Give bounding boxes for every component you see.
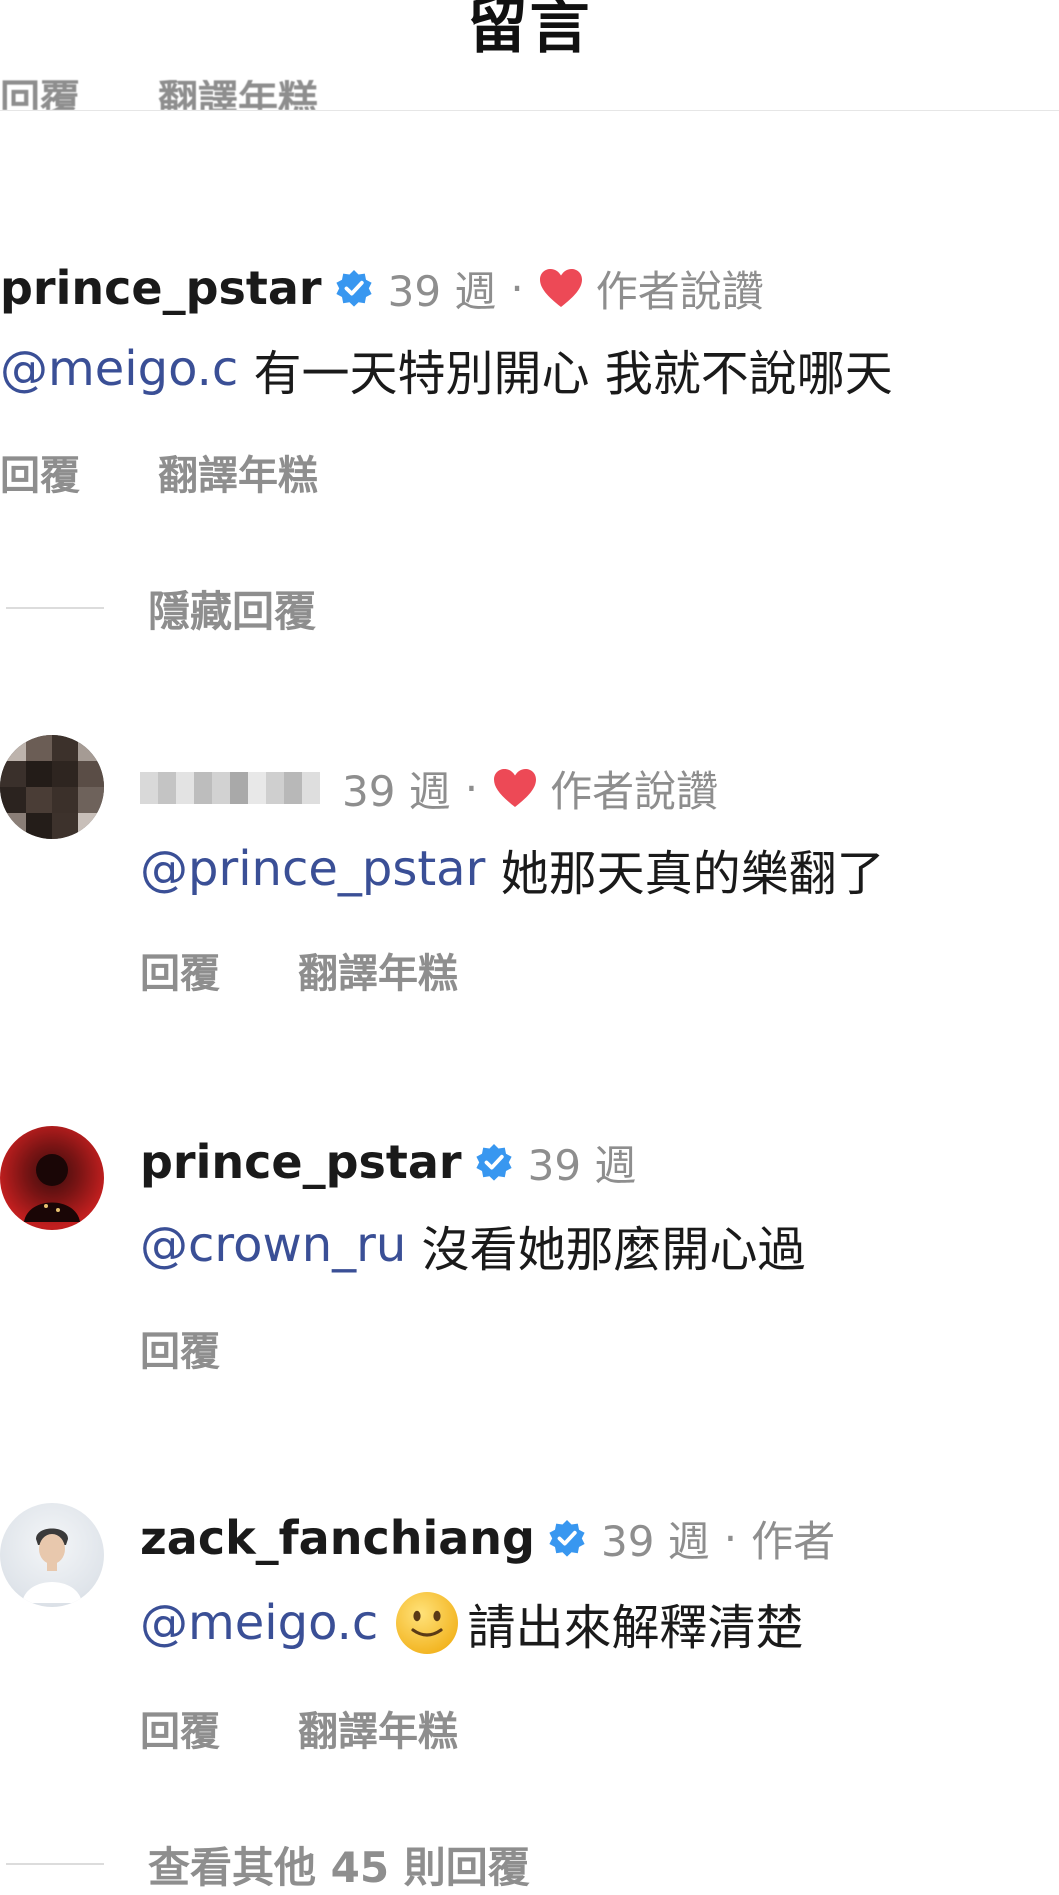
previous-comment-actions: 回覆 翻譯年糕 bbox=[0, 80, 396, 110]
author-label: 作者 bbox=[751, 1516, 836, 1566]
comment-text: 她那天真的樂翻了 bbox=[500, 846, 885, 902]
comments-header: 留言 回覆 翻譯年糕 bbox=[0, 0, 1059, 111]
avatar[interactable] bbox=[0, 1126, 104, 1230]
page-title: 留言 bbox=[467, 0, 592, 62]
comment-text: 有一天特別開心 我就不說哪天 bbox=[253, 346, 893, 402]
mention-link[interactable]: @prince_pstar bbox=[140, 841, 485, 897]
hide-replies-toggle[interactable]: 隱藏回覆 bbox=[6, 580, 316, 636]
verified-badge-icon bbox=[476, 1144, 512, 1181]
reply-button[interactable]: 回覆 bbox=[140, 1319, 220, 1377]
comment-body: @crown_ru 沒看她那麼開心過 bbox=[140, 1210, 806, 1280]
comment-actions: 回覆 翻譯年糕 bbox=[140, 1700, 536, 1756]
reply-button[interactable]: 回覆 bbox=[140, 941, 220, 999]
view-more-replies-toggle[interactable]: 查看其他 45 則回覆 bbox=[6, 1836, 530, 1892]
hide-replies-label: 隱藏回覆 bbox=[148, 586, 317, 636]
thread-line bbox=[6, 1863, 104, 1865]
separator-dot: · bbox=[723, 1513, 738, 1563]
mention-link[interactable]: @meigo.c bbox=[0, 341, 238, 397]
verified-badge-icon bbox=[549, 1520, 585, 1557]
reply-button[interactable]: 回覆 bbox=[0, 443, 80, 501]
avatar-person-icon bbox=[24, 1154, 80, 1222]
verified-badge-icon bbox=[336, 270, 372, 307]
obscured-username[interactable] bbox=[140, 772, 320, 804]
mention-link[interactable]: @crown_ru bbox=[140, 1217, 406, 1273]
separator-dot: · bbox=[464, 763, 479, 813]
comment-text: 請出來解釋清楚 bbox=[467, 1600, 804, 1656]
thread-line bbox=[6, 607, 104, 609]
comment-meta-row: zack_fanchiang 39 週 · 作者 bbox=[140, 1508, 835, 1568]
liked-by-author-label: 作者說讚 bbox=[550, 766, 719, 816]
avatar[interactable] bbox=[0, 1503, 104, 1607]
comment-meta-row: prince_pstar 39 週 · 作者說讚 bbox=[0, 258, 764, 318]
comment-body: @prince_pstar 她那天真的樂翻了 bbox=[140, 834, 885, 904]
comment-actions: 回覆 翻譯年糕 bbox=[140, 942, 536, 998]
comment-meta-row: prince_pstar 39 週 bbox=[140, 1132, 636, 1192]
view-more-replies-label: 查看其他 45 則回覆 bbox=[148, 1842, 530, 1892]
previous-translate-button[interactable]: 翻譯年糕 bbox=[158, 80, 318, 110]
previous-reply-button[interactable]: 回覆 bbox=[0, 80, 80, 110]
reply-button[interactable]: 回覆 bbox=[140, 1699, 220, 1757]
avatar[interactable] bbox=[0, 735, 104, 839]
translate-button[interactable]: 翻譯年糕 bbox=[298, 941, 458, 999]
comment-time: 39 週 bbox=[527, 1140, 637, 1190]
comment-time: 39 週 bbox=[387, 266, 497, 316]
comment-text: 沒看她那麼開心過 bbox=[421, 1222, 806, 1278]
heart-icon bbox=[494, 769, 537, 807]
comment-actions: 回覆 bbox=[140, 1320, 298, 1376]
comment-actions: 回覆 翻譯年糕 bbox=[0, 444, 396, 500]
mention-link[interactable]: @meigo.c bbox=[140, 1595, 378, 1651]
comment-meta-row: 39 週 · 作者說讚 bbox=[140, 758, 718, 818]
translate-button[interactable]: 翻譯年糕 bbox=[158, 443, 318, 501]
slightly-smiling-face-icon bbox=[395, 1592, 458, 1654]
comment-username[interactable]: prince_pstar bbox=[140, 1135, 462, 1189]
comment-username[interactable]: zack_fanchiang bbox=[140, 1511, 535, 1565]
avatar-person-icon bbox=[22, 1528, 82, 1603]
comment-time: 39 週 bbox=[600, 1516, 710, 1566]
comment-username[interactable]: prince_pstar bbox=[0, 261, 322, 315]
translate-button[interactable]: 翻譯年糕 bbox=[298, 1699, 458, 1757]
comment-body: @meigo.c 有一天特別開心 我就不說哪天 bbox=[0, 334, 893, 404]
liked-by-author-label: 作者說讚 bbox=[595, 266, 764, 316]
separator-dot: · bbox=[510, 263, 524, 313]
comment-time: 39 週 bbox=[342, 766, 451, 816]
comment-body: @meigo.c 請出來解釋清楚 bbox=[140, 1588, 804, 1658]
heart-icon bbox=[539, 269, 582, 307]
avatar-pixelated-icon bbox=[0, 735, 104, 839]
